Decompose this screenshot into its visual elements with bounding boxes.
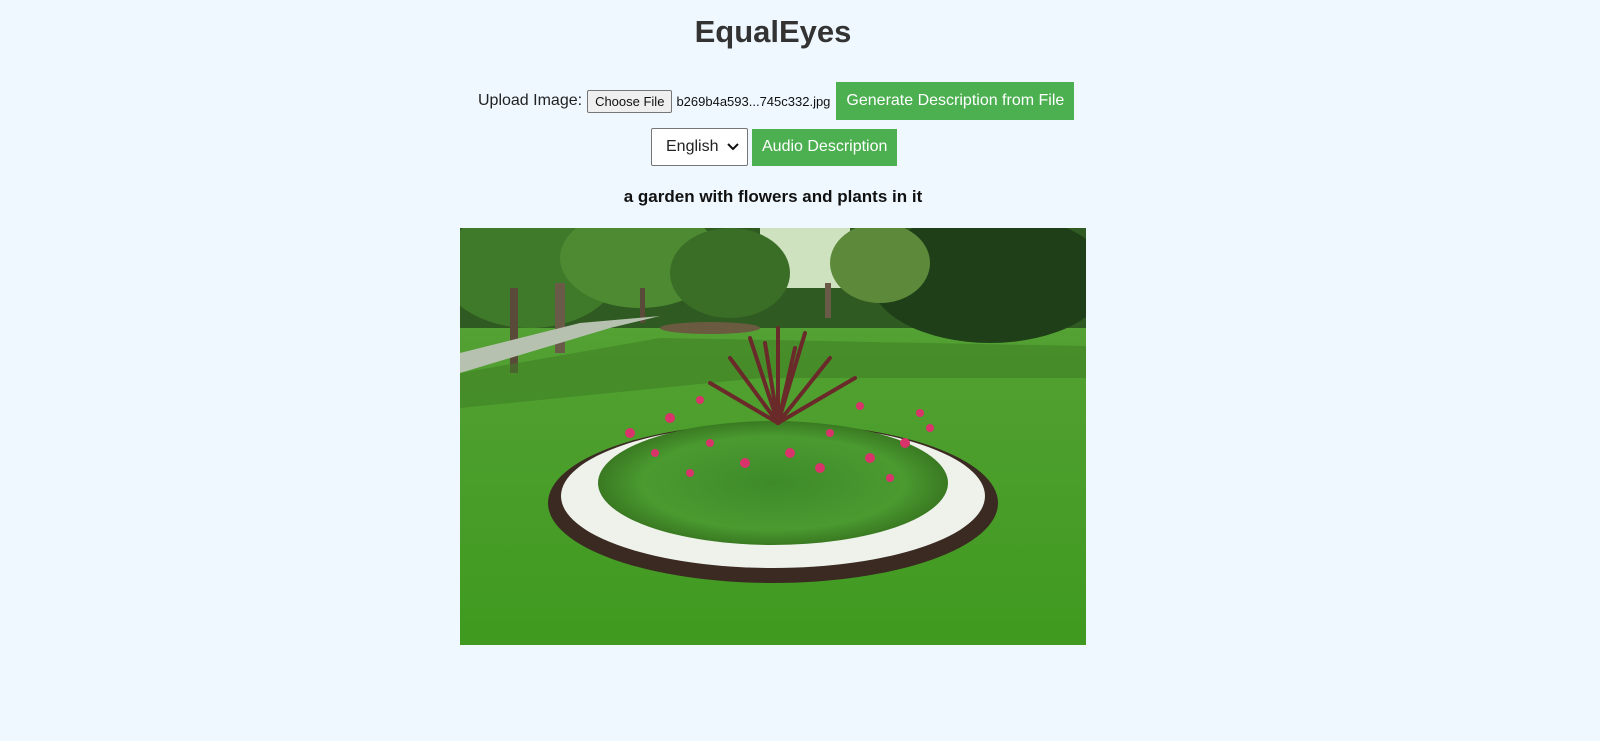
generated-caption: a garden with flowers and plants in it (623, 187, 923, 206)
garden-photo (460, 228, 1086, 645)
language-row: English Audio Description (651, 128, 898, 166)
choose-file-button[interactable]: Choose File (587, 89, 673, 113)
app-page: EqualEyes Upload Image: Choose File b269… (0, 0, 1600, 741)
upload-row: Upload Image: Choose File b269b4a593...7… (478, 82, 1075, 120)
generate-description-button[interactable]: Generate Description from File (836, 82, 1075, 120)
language-select[interactable]: English (651, 128, 748, 166)
uploaded-image-preview (460, 228, 1086, 645)
upload-label: Upload Image: (478, 92, 583, 109)
page-title: EqualEyes (694, 14, 852, 49)
chevron-down-icon (727, 141, 739, 153)
audio-description-button[interactable]: Audio Description (752, 128, 898, 166)
selected-file-name: b269b4a593...745c332.jpg (676, 93, 831, 109)
language-select-value: English (666, 138, 719, 155)
